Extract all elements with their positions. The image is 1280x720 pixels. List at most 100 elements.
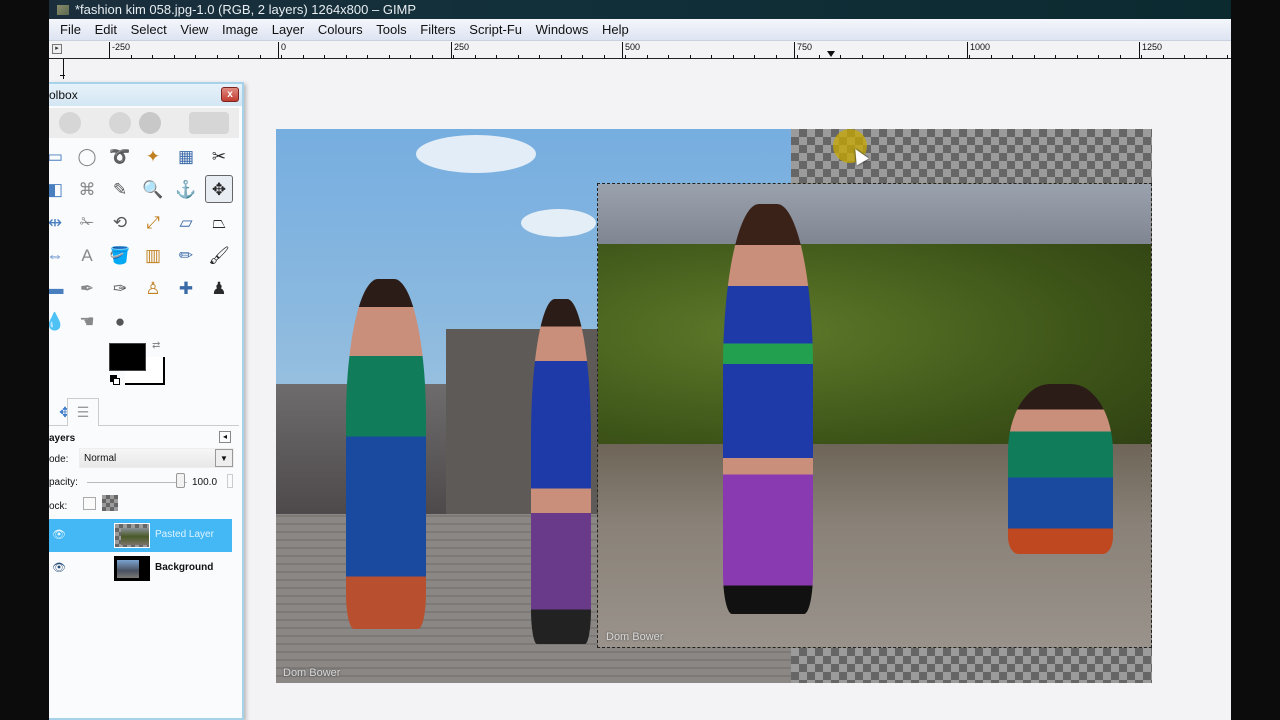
ruler-tick [1098, 55, 1099, 59]
move-tool-icon[interactable]: ✥ [205, 175, 233, 203]
opacity-value[interactable]: 100.0 [192, 477, 217, 488]
menu-select[interactable]: Select [126, 19, 172, 41]
lock-alpha-icon[interactable] [102, 495, 118, 511]
ruler-tick [948, 55, 949, 59]
scale-tool-icon[interactable]: ⤢ [139, 208, 167, 236]
visibility-eye-icon[interactable]: 👁 [52, 528, 66, 542]
perspective-tool-icon[interactable]: ⏢ [205, 208, 233, 236]
gimp-app-icon [57, 5, 69, 15]
menu-layer[interactable]: Layer [267, 19, 310, 41]
ruler-tick [260, 55, 261, 59]
blur-sharpen-tool-icon[interactable]: 💧 [49, 307, 69, 335]
ellipse-select-tool-icon[interactable]: ◯ [73, 142, 101, 170]
shear-tool-icon[interactable]: ▱ [172, 208, 200, 236]
foreground-select-tool-icon[interactable]: ◧ [49, 175, 69, 203]
fuzzy-select-tool-icon[interactable]: ✦ [139, 142, 167, 170]
rect-select-tool-icon[interactable]: ▭ [49, 142, 69, 170]
lock-label: ock: [49, 501, 68, 512]
pencil-tool-icon[interactable]: ✏ [172, 241, 200, 269]
horizontal-ruler[interactable]: -250 0 250 500 750 1000 1250 [65, 41, 1231, 59]
chevron-down-icon: ▼ [215, 449, 233, 467]
ruler-tick [109, 55, 110, 59]
image-canvas[interactable]: Dom Bower Dom Bower [276, 129, 1152, 683]
text-tool-icon[interactable]: A [73, 241, 101, 269]
ruler-tick [1141, 55, 1142, 59]
toolbox-title-bar[interactable]: olbox x [49, 84, 242, 106]
layers-icon: ☰ [76, 404, 90, 420]
paintbrush-tool-icon[interactable]: 🖌 [205, 241, 233, 269]
layer-row[interactable]: 👁 Pasted Layer [49, 519, 232, 552]
lock-pixels-checkbox[interactable] [83, 497, 96, 510]
menu-tools[interactable]: Tools [371, 19, 411, 41]
ruler-label: -250 [109, 42, 130, 58]
menu-script-fu[interactable]: Script-Fu [464, 19, 527, 41]
tab-layers[interactable]: ☰ [67, 398, 99, 426]
model-figure-standing [723, 204, 813, 614]
flip-tool-icon[interactable]: ⇔ [49, 241, 69, 269]
panel-menu-icon[interactable]: ◂ [219, 431, 231, 443]
horizontal-ruler-row: ▸ -250 0 250 500 750 1000 1250 [49, 41, 1231, 59]
opacity-slider-handle[interactable] [176, 473, 185, 488]
select-by-color-tool-icon[interactable]: ▦ [172, 142, 200, 170]
toolbox-title: olbox [49, 88, 78, 102]
blend-tool-icon[interactable]: ▥ [139, 241, 167, 269]
menu-windows[interactable]: Windows [531, 19, 594, 41]
screen: *fashion kim 058.jpg-1.0 (RGB, 2 layers)… [0, 0, 1280, 720]
eraser-tool-icon[interactable]: ▬ [49, 274, 69, 302]
close-icon[interactable]: x [221, 87, 239, 102]
swap-colors-icon[interactable]: ⇄ [152, 340, 160, 351]
ruler-tick [604, 55, 605, 59]
ruler-tick [926, 55, 927, 59]
cloud [416, 135, 536, 173]
bucket-fill-tool-icon[interactable]: 🪣 [106, 241, 134, 269]
layers-panel: ayers ◂ ode: Normal ▼ pacity: 100.0 ock:… [49, 428, 239, 718]
mode-select[interactable]: Normal ▼ [79, 448, 234, 468]
pasted-layer-image[interactable]: Dom Bower [597, 183, 1152, 648]
heal-tool-icon[interactable]: ✚ [172, 274, 200, 302]
ruler-tick [690, 55, 691, 59]
color-picker-tool-icon[interactable]: ✎ [106, 175, 134, 203]
layer-name[interactable]: Background [155, 562, 213, 573]
perspective-clone-tool-icon[interactable]: ♟ [205, 274, 233, 302]
menu-colours[interactable]: Colours [313, 19, 368, 41]
wilber-drop-area[interactable] [49, 108, 239, 138]
dodge-burn-tool-icon[interactable]: ● [106, 307, 134, 335]
scissors-select-tool-icon[interactable]: ✂ [205, 142, 233, 170]
paths-tool-icon[interactable]: ⌘ [73, 175, 101, 203]
menu-filters[interactable]: Filters [415, 19, 460, 41]
transparent-area [791, 648, 1152, 683]
zoom-tool-icon[interactable]: 🔍 [139, 175, 167, 203]
clone-tool-icon[interactable]: ♙ [139, 274, 167, 302]
model-figure-crouching [1008, 384, 1113, 554]
watermark-text: Dom Bower [606, 631, 664, 643]
opacity-spin-button[interactable] [227, 474, 233, 488]
rotate-tool-icon[interactable]: ⟲ [106, 208, 134, 236]
menu-image[interactable]: Image [217, 19, 263, 41]
crop-tool-icon[interactable]: ✁ [73, 208, 101, 236]
measure-tool-icon[interactable]: ⚓ [172, 175, 200, 203]
menu-view[interactable]: View [175, 19, 213, 41]
menu-file[interactable]: File [55, 19, 86, 41]
layer-name[interactable]: Pasted Layer [155, 529, 214, 540]
layers-panel-title: ayers [49, 433, 76, 444]
foreground-color-swatch[interactable] [109, 343, 146, 371]
quick-mask-toggle-icon[interactable]: ▸ [52, 44, 62, 54]
opacity-label: pacity: [49, 477, 78, 488]
visibility-eye-icon[interactable]: 👁 [52, 561, 66, 575]
airbrush-tool-icon[interactable]: ✒ [73, 274, 101, 302]
layer-row[interactable]: 👁 Background [49, 552, 232, 585]
opacity-slider[interactable] [87, 482, 187, 483]
menu-edit[interactable]: Edit [90, 19, 122, 41]
ruler-tick [152, 55, 153, 59]
ruler-tick [1227, 55, 1228, 59]
window-title: *fashion kim 058.jpg-1.0 (RGB, 2 layers)… [75, 2, 417, 17]
ruler-tick [883, 55, 884, 59]
align-tool-icon[interactable]: ⇹ [49, 208, 69, 236]
default-colors-icon[interactable] [110, 375, 120, 385]
menu-help[interactable]: Help [597, 19, 634, 41]
free-select-tool-icon[interactable]: ➰ [106, 142, 134, 170]
ruler-tick [131, 55, 132, 59]
ruler-label: 0 [278, 42, 286, 58]
ink-tool-icon[interactable]: ✑ [106, 274, 134, 302]
smudge-tool-icon[interactable]: ☚ [73, 307, 101, 335]
